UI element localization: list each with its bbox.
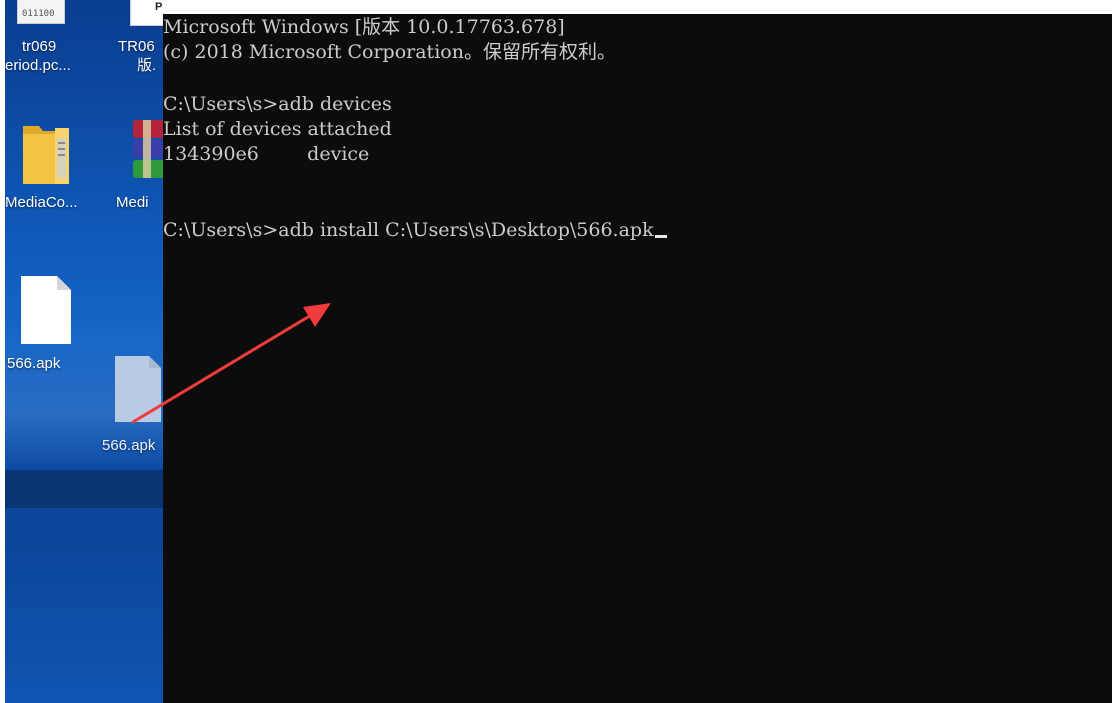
desktop-icon-label: 566.apk	[7, 355, 61, 372]
console-line: 134390e6 device	[163, 143, 370, 165]
desktop-icon-label: 566.apk	[102, 437, 156, 454]
desktop-icon-label: Medi	[116, 194, 149, 211]
console-cursor	[654, 235, 667, 238]
file-binary-icon: 011100	[17, 0, 65, 24]
desktop-icon-label: eriod.pc...	[5, 57, 71, 74]
desktop-icon-label: 版.	[137, 57, 157, 74]
console-input-line[interactable]: C:\Users\s>adb install C:\Users\s\Deskto…	[163, 218, 667, 242]
console-line: List of devices attached	[163, 118, 392, 140]
desktop-icon-label: tr069	[22, 38, 57, 55]
file-icon	[115, 356, 161, 422]
desktop-icon-label: MediaCo...	[5, 194, 78, 211]
console-line: C:\Users\s>adb devices	[163, 93, 392, 115]
folder-icon	[23, 126, 69, 184]
console-line: (c) 2018 Microsoft Corporation。保留所有权利。	[163, 41, 616, 63]
desktop-icon-label: TR06	[118, 38, 155, 55]
file-icon	[21, 276, 71, 344]
command-prompt-window[interactable]: Microsoft Windows [版本 10.0.17763.678] (c…	[163, 14, 1112, 703]
wallpaper-band	[5, 470, 165, 508]
screenshot: 011100 tr069 eriod.pc... P TR06 版. Media…	[0, 0, 1112, 703]
desktop-background: 011100 tr069 eriod.pc... P TR06 版. Media…	[5, 0, 165, 703]
winrar-archive-icon	[133, 120, 165, 178]
console-line: Microsoft Windows [版本 10.0.17763.678]	[163, 16, 565, 38]
document-icon: P	[130, 0, 165, 26]
console-command-text: C:\Users\s>adb install C:\Users\s\Deskto…	[163, 219, 654, 241]
